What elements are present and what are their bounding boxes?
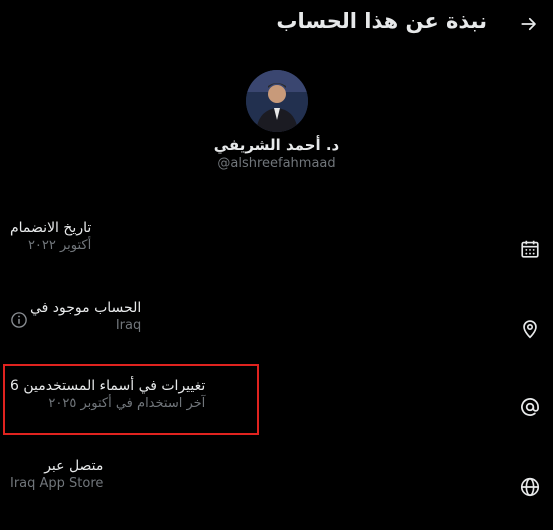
account-location-row: الحساب موجود في Iraq [0, 300, 553, 360]
row-subtitle: Iraq [115, 318, 142, 333]
row-subtitle: أكتوبر ٢٠٢٢ [27, 238, 92, 253]
display-name: د. أحمد الشريفي [213, 136, 340, 154]
username-changes-row: تغييرات في أسماء المستخدمين 6 آخر استخدا… [0, 378, 553, 438]
avatar-image [245, 70, 308, 132]
header: نبذة عن هذا الحساب [0, 0, 553, 48]
back-button[interactable] [513, 8, 545, 40]
page-title: نبذة عن هذا الحساب [276, 9, 487, 33]
row-subtitle: آخر استخدام في أكتوبر ٢٠٢٥ [48, 396, 206, 411]
joined-date-row: تاريخ الانضمام أكتوبر ٢٠٢٢ [0, 220, 553, 280]
globe-icon [520, 477, 540, 497]
calendar-icon [521, 240, 539, 258]
avatar[interactable] [245, 70, 308, 132]
connected-via-row: متصل عبر Iraq App Store [0, 458, 553, 518]
profile-section: د. أحمد الشريفي @alshreefahmaad [0, 70, 553, 171]
username-handle: @alshreefahmaad [217, 156, 336, 171]
arrow-right-icon [521, 17, 536, 31]
row-title: تاريخ الانضمام [10, 220, 92, 236]
row-title: تغييرات في أسماء المستخدمين 6 [10, 378, 206, 394]
row-title: متصل عبر [44, 458, 104, 474]
row-title: الحساب موجود في [30, 300, 142, 316]
row-subtitle: Iraq App Store [10, 476, 104, 491]
info-icon[interactable] [10, 311, 28, 329]
at-sign-icon [521, 398, 539, 416]
location-pin-icon [523, 320, 537, 339]
